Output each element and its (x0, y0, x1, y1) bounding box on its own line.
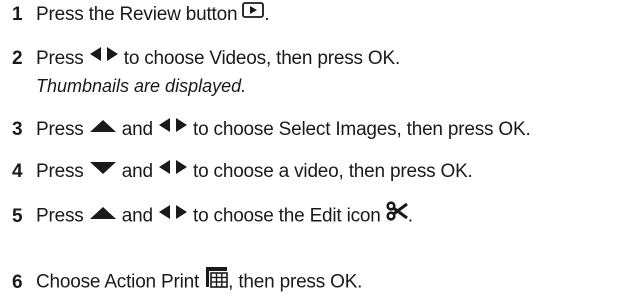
step-text: to choose a video, then press OK. (187, 161, 473, 183)
step-text: . (264, 4, 270, 26)
step-text: Press (36, 205, 89, 227)
step-text: Press (36, 161, 89, 183)
step-number: 1 (12, 4, 23, 26)
up-arrow-icon (89, 116, 117, 140)
step-5: 5 Press and to choose the Edit icon . (12, 201, 413, 230)
step-6: 6 Choose Action Print , then press OK. (12, 266, 363, 297)
step-number: 3 (12, 119, 23, 141)
step-text: to choose Videos, then press OK. (118, 48, 401, 70)
step-text: and (116, 161, 158, 183)
step-number: 5 (12, 205, 23, 227)
review-button-icon (242, 1, 265, 25)
action-print-icon (204, 266, 228, 295)
step-number: 4 (12, 161, 23, 183)
step-text: Press the Review button (36, 4, 243, 26)
step-text: to choose Select Images, then press OK. (187, 119, 531, 141)
up-arrow-icon (89, 203, 117, 227)
left-right-arrows-icon (89, 45, 119, 69)
left-right-arrows-icon (158, 158, 188, 182)
left-right-arrows-icon (158, 116, 188, 140)
step-number: 2 (12, 48, 23, 70)
down-arrow-icon (89, 158, 117, 182)
step-text: Choose Action Print (36, 271, 205, 293)
step-text: . (407, 205, 413, 227)
step-3: 3 Press and to choose Select Images, then… (12, 118, 531, 142)
step-text: , then press OK. (228, 271, 363, 293)
step-4: 4 Press and to choose a video, then press… (12, 160, 473, 184)
step-text: and (116, 205, 158, 227)
step-text: to choose the Edit icon (187, 205, 386, 227)
step-1: 1 Press the Review button . (12, 1, 270, 27)
left-right-arrows-icon (158, 203, 188, 227)
scissors-edit-icon (386, 201, 408, 228)
step-number: 6 (12, 271, 23, 293)
step-text: Press (36, 119, 89, 141)
step-2: 2 Press to choose Videos, then press OK. (12, 47, 400, 71)
step-text: Press (36, 48, 89, 70)
step-2-note: Thumbnails are displayed. (36, 76, 247, 96)
step-text: and (116, 119, 158, 141)
instruction-list: 1 Press the Review button . 2 Press to cho… (0, 0, 622, 304)
